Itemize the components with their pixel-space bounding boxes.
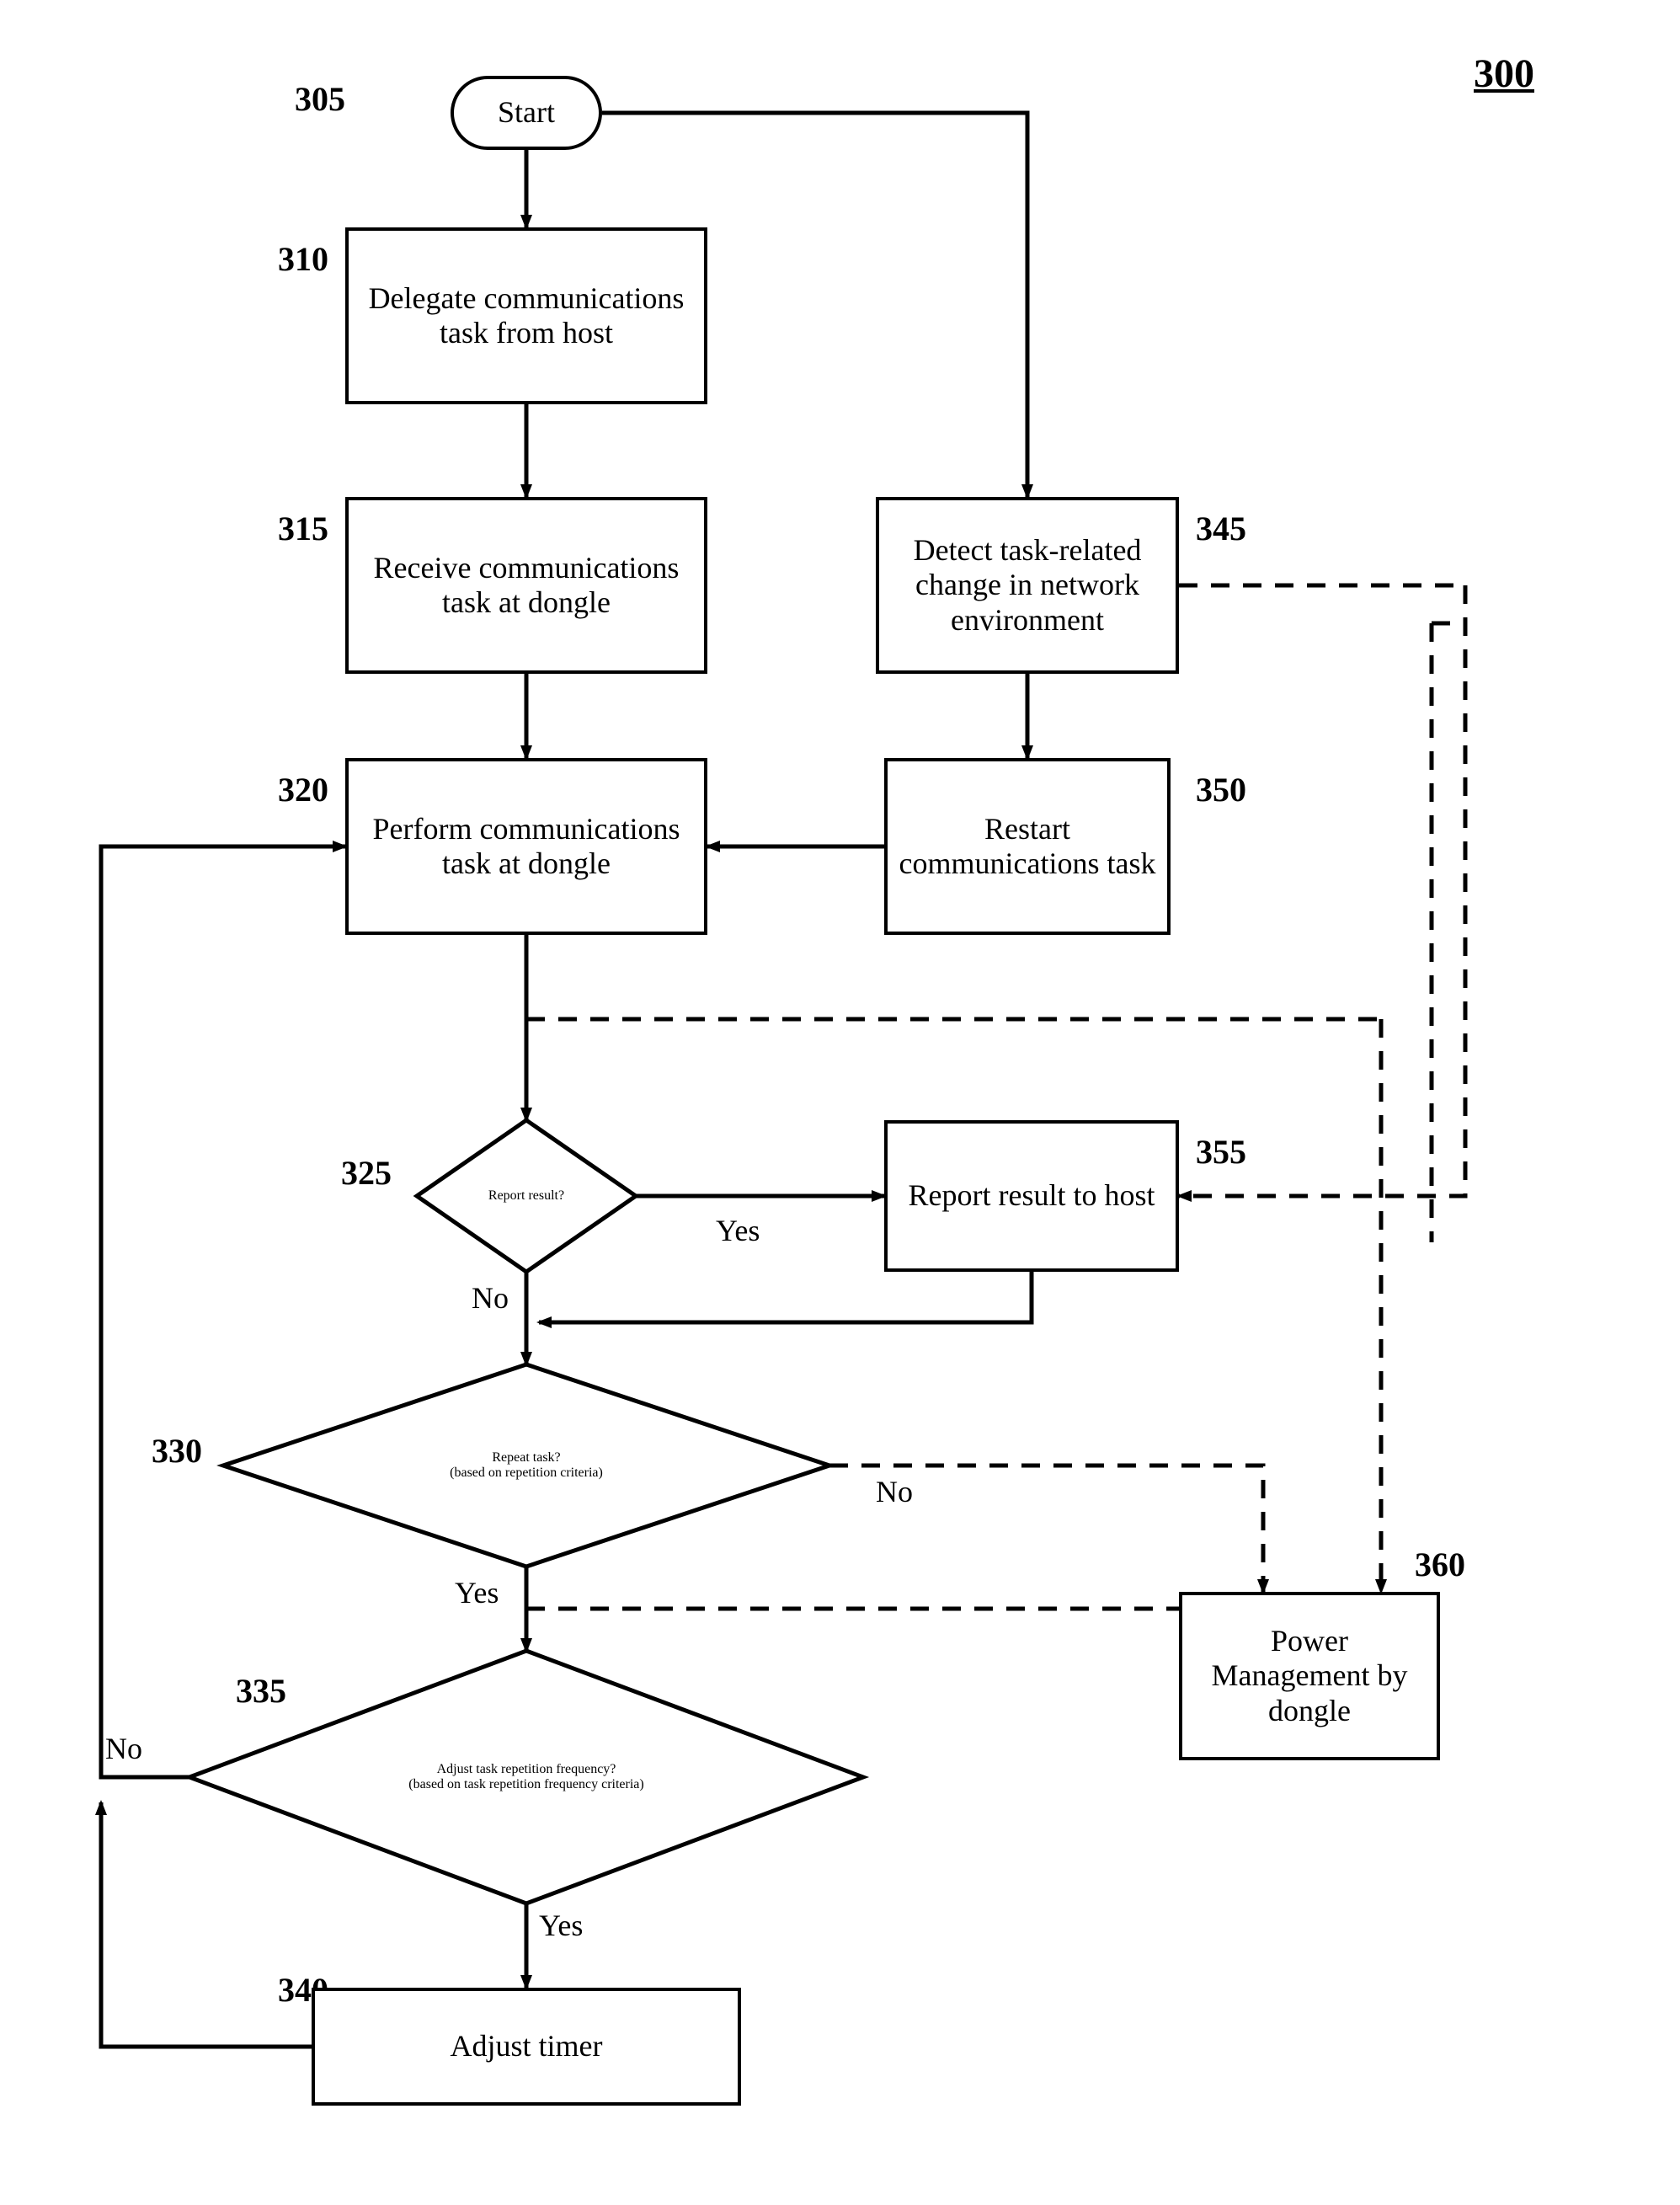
process-340-text: Adjust timer: [451, 2029, 603, 2064]
process-315-text: Receive communications task at dongle: [357, 551, 696, 621]
process-355: Report result to host: [884, 1120, 1179, 1272]
process-345: Detect task-related change in network en…: [876, 497, 1179, 674]
label-345: 345: [1196, 510, 1246, 548]
label-315: 315: [278, 510, 328, 548]
process-340: Adjust timer: [312, 1988, 741, 2106]
process-350: Restart communications task: [884, 758, 1171, 935]
label-360: 360: [1415, 1546, 1465, 1584]
label-335: 335: [236, 1672, 286, 1711]
process-360-text: Power Management by dongle: [1191, 1624, 1428, 1728]
label-320: 320: [278, 771, 328, 809]
process-310: Delegate communications task from host: [345, 227, 707, 404]
edge-335-yes: Yes: [539, 1908, 583, 1943]
edge-330-no: No: [876, 1474, 913, 1509]
edge-325-yes: Yes: [716, 1213, 760, 1248]
decision-325-text: Report result?: [442, 1188, 611, 1204]
terminator-start: Start: [451, 76, 602, 150]
edges-svg: .s { stroke:#000; stroke-width:5; fill:n…: [0, 0, 1680, 2205]
process-360: Power Management by dongle: [1179, 1592, 1440, 1760]
decision-335-text: Adjust task repetition frequency? (based…: [257, 1762, 796, 1792]
label-330: 330: [152, 1432, 202, 1471]
terminator-start-text: Start: [498, 95, 555, 130]
flowchart-page: .s { stroke:#000; stroke-width:5; fill:n…: [0, 0, 1680, 2205]
process-320: Perform communications task at dongle: [345, 758, 707, 935]
process-355-text: Report result to host: [909, 1178, 1155, 1213]
process-345-text: Detect task-related change in network en…: [888, 533, 1167, 638]
figure-number: 300: [1474, 51, 1534, 97]
process-315: Receive communications task at dongle: [345, 497, 707, 674]
edge-330-yes: Yes: [455, 1575, 499, 1610]
label-355: 355: [1196, 1133, 1246, 1172]
edge-325-no: No: [472, 1280, 509, 1316]
process-350-text: Restart communications task: [896, 812, 1159, 882]
label-305: 305: [295, 80, 345, 119]
label-350: 350: [1196, 771, 1246, 809]
process-320-text: Perform communications task at dongle: [357, 812, 696, 882]
process-310-text: Delegate communications task from host: [357, 281, 696, 351]
edge-335-no: No: [105, 1731, 142, 1766]
label-310: 310: [278, 240, 328, 279]
decision-330-text: Repeat task? (based on repetition criter…: [307, 1450, 745, 1481]
label-325: 325: [341, 1154, 392, 1193]
